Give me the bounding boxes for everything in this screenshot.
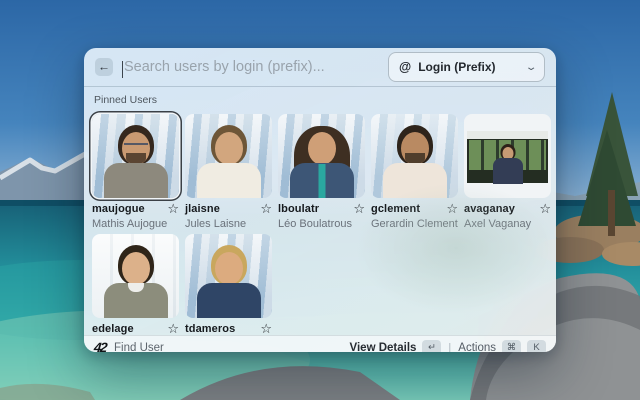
avatar-shirt <box>197 163 261 198</box>
actions-button[interactable]: Actions ⌘ K <box>458 340 546 352</box>
desktop: ← @ Login (Prefix) ⌄ Pinned Users <box>0 0 640 400</box>
view-details-button[interactable]: View Details ↵ <box>350 340 442 352</box>
user-name-row: lboulatr ☆ <box>278 202 365 215</box>
logo-42: 42 <box>93 340 107 352</box>
command-key-icon: ⌘ <box>502 340 521 352</box>
user-name-row: gclement ☆ <box>371 202 458 215</box>
user-grid: maujogue ☆ Mathis Aujogue jlaisne ☆ Jule… <box>92 114 548 335</box>
user-card[interactable]: avaganay ☆ Axel Vaganay <box>464 114 551 230</box>
k-key-icon: K <box>527 340 546 352</box>
avatar-face <box>122 252 150 285</box>
user-photo <box>278 114 365 198</box>
user-fullname: Axel Vaganay <box>464 218 551 230</box>
user-login: avaganay <box>464 203 515 215</box>
user-login: lboulatr <box>278 203 319 215</box>
user-fullname: Mathis Aujogue <box>92 218 179 230</box>
user-card[interactable]: maujogue ☆ Mathis Aujogue <box>92 114 179 230</box>
pin-star-icon[interactable]: ☆ <box>446 202 458 215</box>
results-area: Pinned Users maujogue ☆ Mathis Aujogue <box>84 87 556 335</box>
user-photo <box>185 234 272 318</box>
user-card[interactable]: edelage ☆ <box>92 234 179 335</box>
user-name-row: edelage ☆ <box>92 322 179 335</box>
return-key-icon: ↵ <box>422 340 441 352</box>
find-user-window: ← @ Login (Prefix) ⌄ Pinned Users <box>84 48 556 352</box>
user-name-row: maujogue ☆ <box>92 202 179 215</box>
view-details-label: View Details <box>350 342 417 353</box>
avatar-shirt <box>383 163 447 198</box>
avatar-glasses <box>124 143 148 150</box>
user-login: gclement <box>371 203 420 215</box>
avatar-face <box>215 132 243 165</box>
user-photo <box>92 114 179 198</box>
user-name-row: jlaisne ☆ <box>185 202 272 215</box>
pin-star-icon[interactable]: ☆ <box>539 202 551 215</box>
back-arrow-icon: ← <box>98 61 110 73</box>
avatar-face <box>215 252 243 285</box>
chevron-down-icon: ⌄ <box>525 62 538 73</box>
search-field-wrap <box>122 59 379 75</box>
user-fullname: Jules Laisne <box>185 218 272 230</box>
user-login: edelage <box>92 323 134 335</box>
footer-actions: View Details ↵ | Actions ⌘ K <box>350 340 546 352</box>
pin-star-icon[interactable]: ☆ <box>260 322 272 335</box>
app-name: Find User <box>114 342 164 353</box>
avatar-shirt <box>493 158 523 184</box>
back-button[interactable]: ← <box>95 58 113 76</box>
user-login: jlaisne <box>185 203 220 215</box>
user-photo <box>92 234 179 318</box>
pin-star-icon[interactable]: ☆ <box>167 202 179 215</box>
at-icon: @ <box>399 60 411 74</box>
avatar-shirt <box>104 163 168 198</box>
user-photo <box>185 114 272 198</box>
user-name-row: avaganay ☆ <box>464 202 551 215</box>
avatar-shirt <box>197 283 261 318</box>
user-login: maujogue <box>92 203 145 215</box>
user-photo <box>464 114 551 198</box>
avatar-zipper <box>318 164 325 198</box>
search-mode-dropdown[interactable]: @ Login (Prefix) ⌄ <box>388 52 545 82</box>
pin-star-icon[interactable]: ☆ <box>353 202 365 215</box>
user-card[interactable]: tdameros ☆ <box>185 234 272 335</box>
pin-star-icon[interactable]: ☆ <box>167 322 179 335</box>
footer-bar: 42 Find User View Details ↵ | Actions ⌘ … <box>84 335 556 352</box>
search-bar: ← @ Login (Prefix) ⌄ <box>84 48 556 86</box>
user-card[interactable]: jlaisne ☆ Jules Laisne <box>185 114 272 230</box>
search-input[interactable] <box>122 59 379 75</box>
user-photo <box>371 114 458 198</box>
text-caret <box>122 61 123 78</box>
user-fullname: Léo Boulatrous <box>278 218 365 230</box>
footer-divider: | <box>448 342 451 353</box>
user-card[interactable]: gclement ☆ Gerardin Clement <box>371 114 458 230</box>
search-mode-label: Login (Prefix) <box>418 60 495 74</box>
user-login: tdameros <box>185 323 235 335</box>
pinned-users-label: Pinned Users <box>94 94 548 106</box>
user-card[interactable]: lboulatr ☆ Léo Boulatrous <box>278 114 365 230</box>
actions-label: Actions <box>458 342 496 353</box>
avatar-face <box>308 132 336 165</box>
pin-star-icon[interactable]: ☆ <box>260 202 272 215</box>
user-fullname: Gerardin Clement <box>371 218 458 230</box>
user-name-row: tdameros ☆ <box>185 322 272 335</box>
